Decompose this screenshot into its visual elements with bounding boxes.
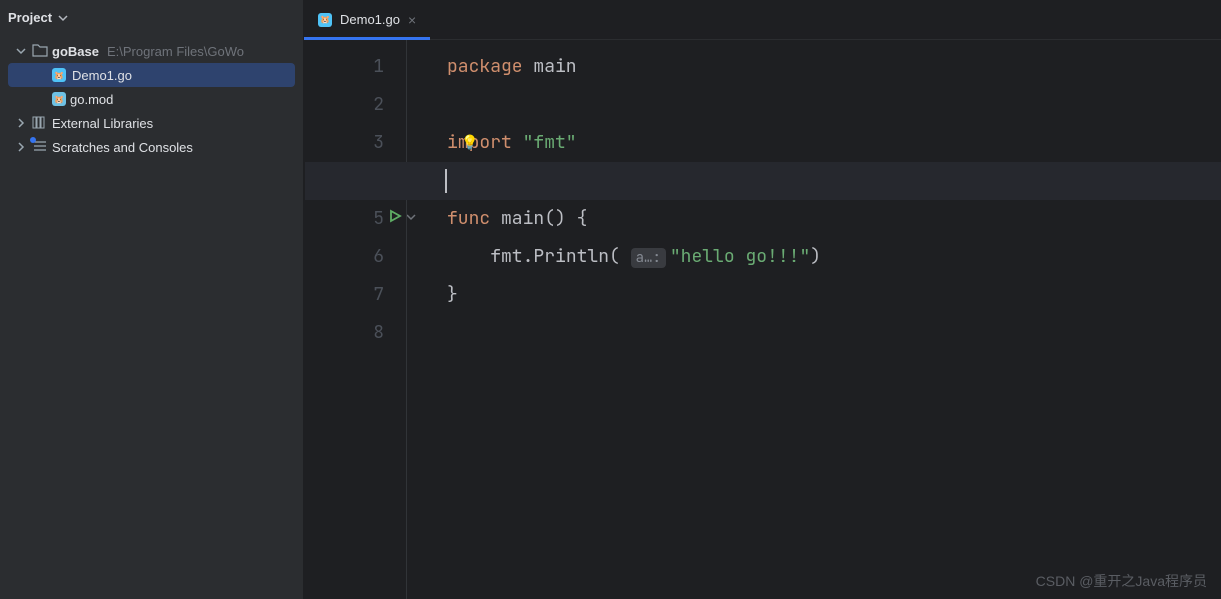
editor-main: 🐹 Demo1.go × 1 2 3 4 5 6 7 8 [304,0,1221,599]
intention-bulb-icon[interactable]: 💡 [461,124,478,162]
code-line: 💡import "fmt" [447,124,1221,162]
line-number: 7 [304,276,384,314]
project-path: E:\Program Files\GoWo [107,44,244,59]
line-number: 3 [304,124,384,162]
line-number: 2 [304,86,384,124]
tree-file-demo1[interactable]: 🐹 Demo1.go [8,63,295,87]
line-number: 6 [304,238,384,276]
tree-external-libs[interactable]: External Libraries [0,111,303,135]
editor-tabs: 🐹 Demo1.go × [304,0,1221,40]
code-line: package main [447,48,1221,86]
file-label: go.mod [70,92,113,107]
project-header[interactable]: Project [0,0,303,35]
chevron-right-icon [14,142,28,152]
go-file-icon: 🐹 [52,68,66,82]
folder-icon [32,43,48,60]
tree-scratches[interactable]: Scratches and Consoles [0,135,303,159]
code-editor[interactable]: 1 2 3 4 5 6 7 8 package main 💡imp [304,40,1221,599]
code-line: } [447,276,1221,314]
text-cursor [445,169,447,193]
line-number: 5 [304,200,384,238]
line-number: 1 [304,48,384,86]
scratches-label: Scratches and Consoles [52,140,193,155]
close-icon[interactable]: × [408,12,416,28]
chevron-down-icon [56,13,70,23]
scratches-icon [32,139,48,156]
go-file-icon: 🐹 [318,13,332,27]
file-label: Demo1.go [72,68,132,83]
code-line [447,314,1221,352]
tab-label: Demo1.go [340,12,400,27]
chevron-down-icon [14,46,28,56]
project-label: Project [8,10,52,25]
run-gutter-icon[interactable] [388,200,402,238]
tree-file-gomod[interactable]: 🐹 go.mod [0,87,303,111]
external-label: External Libraries [52,116,153,131]
gutter: 1 2 3 4 5 6 7 8 [304,40,406,599]
watermark: CSDN @重开之Java程序员 [1036,571,1207,591]
tab-demo1[interactable]: 🐹 Demo1.go × [304,0,430,39]
code-line [447,162,1221,200]
project-name: goBase [52,44,99,59]
parameter-hint: a…: [631,248,666,268]
go-mod-icon: 🐹 [52,92,66,106]
chevron-right-icon [14,118,28,128]
tree-root[interactable]: goBase E:\Program Files\GoWo [0,39,303,63]
code-area[interactable]: package main 💡import "fmt" func main() {… [406,40,1221,599]
project-sidebar: Project goBase E:\Program Files\GoWo 🐹 D… [0,0,304,599]
line-number: 8 [304,314,384,352]
library-icon [32,115,48,132]
code-line [447,86,1221,124]
project-tree: goBase E:\Program Files\GoWo 🐹 Demo1.go … [0,35,303,163]
code-line: fmt.Println( a…:"hello go!!!") [447,238,1221,276]
code-line: func main() { [447,200,1221,238]
